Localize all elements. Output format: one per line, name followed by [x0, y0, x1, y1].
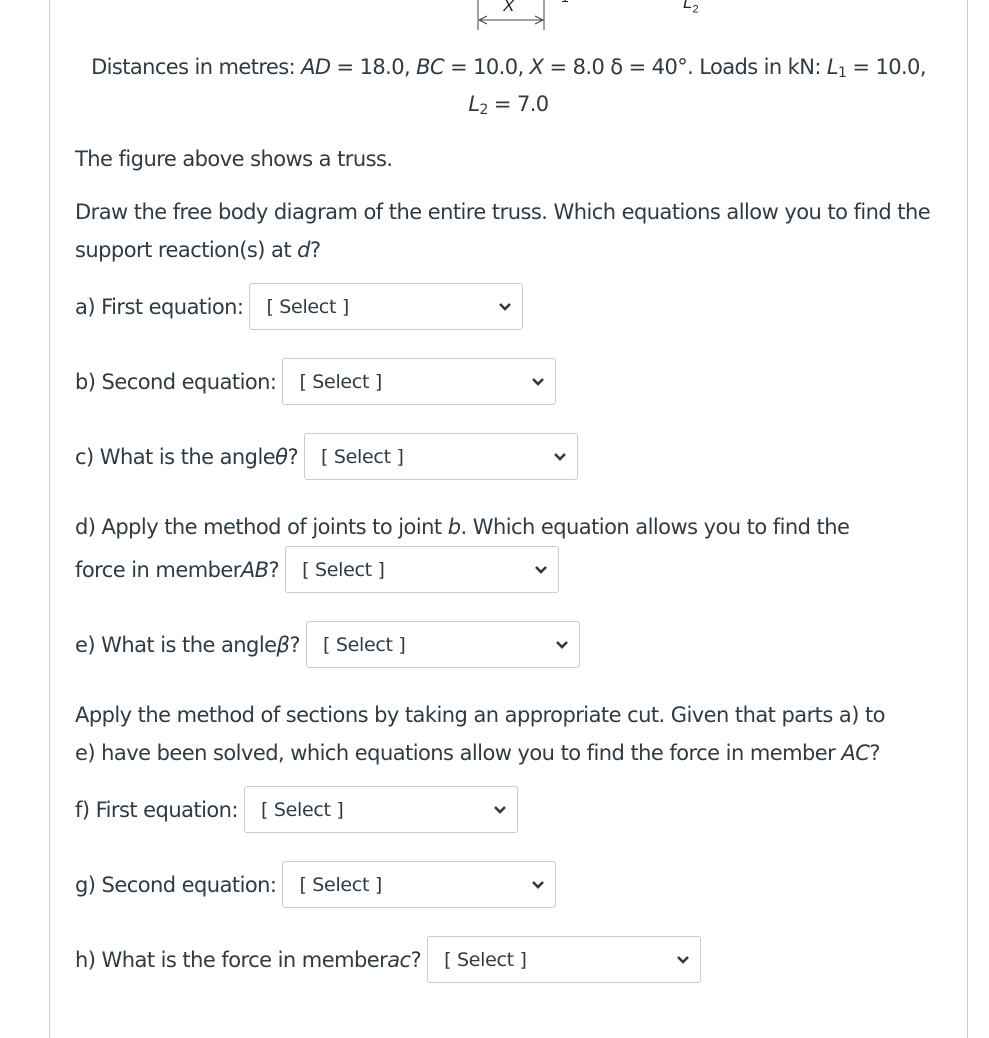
- sections-line1: Apply the method of sections by taking a…: [75, 703, 886, 727]
- intro-p2-var: d: [297, 238, 310, 262]
- question-b: b) Second equation: [ Select ]: [75, 358, 557, 405]
- l2-subscript: 2: [692, 3, 699, 16]
- l2-param-label: L: [468, 92, 480, 116]
- question-e-qmark: ?: [289, 632, 300, 657]
- chevron-down-icon: [535, 565, 548, 574]
- question-h: h) What is the force in member ac? [ Sel…: [75, 936, 702, 983]
- select-placeholder: [ Select ]: [260, 798, 344, 821]
- question-h-qmark: ?: [410, 947, 422, 972]
- l2-param-subscript: 2: [479, 102, 489, 118]
- question-h-select[interactable]: [ Select ]: [427, 936, 702, 983]
- question-f: f) First equation: [ Select ]: [75, 786, 518, 833]
- question-a: a) First equation: [ Select ]: [75, 283, 524, 330]
- chevron-down-icon: [499, 302, 512, 311]
- beta-symbol: β: [276, 632, 290, 657]
- l2-value: = 7.0: [487, 92, 549, 116]
- l1-value: = 10.0,: [846, 55, 926, 79]
- intro-p2-text: Draw the free body diagram of the entire…: [75, 200, 931, 262]
- chevron-down-icon: [556, 640, 568, 649]
- question-d-select[interactable]: [ Select ]: [285, 546, 560, 593]
- select-placeholder: [ Select ]: [444, 948, 527, 971]
- select-placeholder: [ Select ]: [321, 445, 404, 468]
- question-e: e) What is the angle β? [ Select ]: [75, 621, 580, 668]
- chevron-down-icon: [532, 880, 545, 889]
- dimension-lines: [477, 0, 545, 30]
- given-parameters-line2: L2 = 7.0: [49, 92, 968, 118]
- question-d-line1: d) Apply the method of joints to joint: [75, 515, 448, 539]
- select-placeholder: [ Select ]: [302, 558, 385, 581]
- ad-label: AD: [301, 55, 331, 79]
- question-h-label: h) What is the force in member: [75, 947, 388, 972]
- question-b-label: b) Second equation:: [75, 369, 277, 394]
- x-delta-value: = 8.0 δ = 40°. Loads in kN:: [543, 55, 827, 79]
- truss-diagram: X 1 L2: [0, 0, 989, 32]
- bc-label: BC: [416, 55, 445, 79]
- bc-value: = 10.0,: [444, 55, 530, 79]
- question-d-line1-end: . Which equation allows you to find the: [460, 515, 850, 539]
- sections-qmark: ?: [869, 741, 880, 765]
- intro-paragraph-2: Draw the free body diagram of the entire…: [75, 193, 935, 269]
- intro-paragraph-1: The figure above shows a truss.: [75, 147, 393, 171]
- sections-line2: e) have been solved, which equations all…: [75, 734, 965, 772]
- member-ab-var: AB: [240, 557, 269, 582]
- chevron-down-icon: [494, 805, 506, 814]
- params-prefix: Distances in metres:: [91, 55, 302, 79]
- question-e-label: e) What is the angle: [75, 632, 277, 657]
- intro-p2-end: ?: [309, 238, 321, 262]
- select-placeholder: [ Select ]: [299, 873, 382, 896]
- question-c: c) What is the angle θ? [ Select ]: [75, 433, 579, 480]
- load-l2-label: L2: [683, 0, 699, 15]
- question-c-select[interactable]: [ Select ]: [304, 433, 579, 480]
- question-a-select[interactable]: [ Select ]: [249, 283, 524, 330]
- question-d-text: d) Apply the method of joints to joint b…: [75, 508, 955, 546]
- select-placeholder: [ Select ]: [266, 295, 349, 318]
- question-c-label: c) What is the angle: [75, 444, 276, 469]
- question-f-select[interactable]: [ Select ]: [243, 786, 518, 833]
- question-f-label: f) First equation:: [75, 797, 239, 822]
- question-g: g) Second equation: [ Select ]: [75, 861, 557, 908]
- chevron-down-icon: [677, 955, 690, 964]
- chevron-down-icon: [554, 452, 566, 461]
- sections-paragraph: Apply the method of sections by taking a…: [75, 696, 965, 772]
- l1-label: L: [826, 55, 839, 79]
- theta-symbol: θ: [275, 444, 288, 469]
- question-c-qmark: ?: [287, 444, 299, 469]
- x-label: X: [529, 55, 544, 79]
- question-d-qmark: ?: [268, 557, 280, 582]
- sections-line2-text: e) have been solved, which equations all…: [75, 741, 842, 765]
- question-a-label: a) First equation:: [75, 294, 244, 319]
- given-parameters: Distances in metres: AD = 18.0, BC = 10.…: [49, 55, 968, 80]
- select-placeholder: [ Select ]: [322, 633, 406, 656]
- member-ac-lower-var: ac: [387, 947, 411, 972]
- joint-b-var: b: [447, 515, 461, 539]
- chevron-down-icon: [532, 377, 545, 386]
- dimension-x-label: X: [503, 0, 515, 15]
- question-b-select[interactable]: [ Select ]: [282, 358, 557, 405]
- ad-value: = 18.0,: [330, 55, 417, 79]
- question-d-line2: force in member: [75, 557, 241, 582]
- member-ac-var: AC: [841, 741, 870, 765]
- question-d: force in member AB? [ Select ]: [75, 546, 560, 593]
- question-e-select[interactable]: [ Select ]: [305, 621, 580, 668]
- select-placeholder: [ Select ]: [299, 370, 382, 393]
- question-g-label: g) Second equation:: [75, 872, 277, 897]
- question-g-select[interactable]: [ Select ]: [282, 861, 557, 908]
- load-l1-label-fragment: 1: [561, 0, 569, 5]
